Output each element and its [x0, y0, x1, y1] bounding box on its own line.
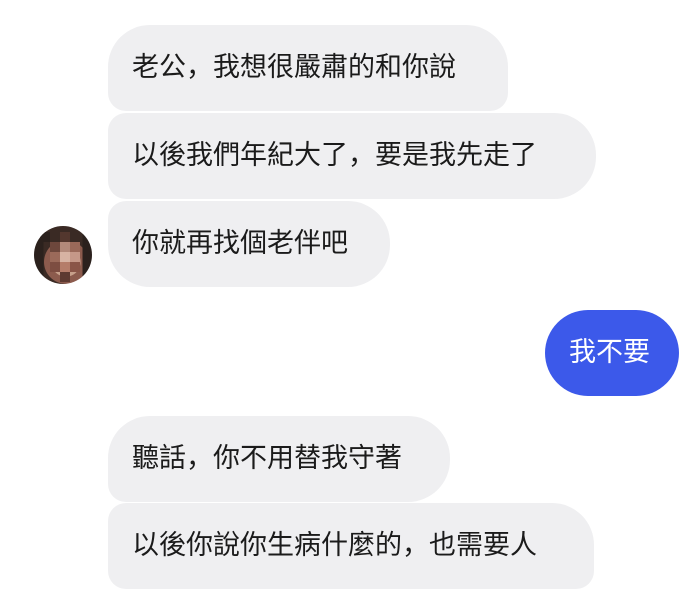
message-bubble-sent[interactable]: 我不要: [545, 310, 679, 396]
avatar-pixel: [50, 262, 60, 272]
avatar-pixel: [60, 252, 70, 262]
avatar-pixel: [70, 262, 80, 272]
contact-avatar[interactable]: [34, 226, 92, 284]
avatar-pixel: [40, 232, 50, 242]
chat-conversation: @加薪哥 老公，我想很嚴肅的和你說 以後我們年紀大了，要是我先走了 你就再找個老…: [0, 0, 696, 589]
avatar-pixel: [50, 242, 60, 252]
message-bubble-received[interactable]: 你就再找個老伴吧: [108, 201, 390, 287]
avatar-pixel: [60, 262, 70, 272]
avatar-pixel: [70, 232, 80, 242]
avatar-pixel: [50, 232, 60, 242]
avatar-pixel: [60, 242, 70, 252]
message-bubble-received[interactable]: 聽話，你不用替我守著: [108, 416, 450, 502]
avatar-pixel: [60, 232, 70, 242]
message-bubble-received[interactable]: 以後你說你生病什麼的，也需要人: [108, 503, 594, 589]
avatar-pixel: [70, 252, 80, 262]
avatar-pixel: [50, 252, 60, 262]
message-bubble-received[interactable]: 以後我們年紀大了，要是我先走了: [108, 113, 596, 199]
avatar-pixel: [60, 272, 70, 282]
avatar-pixel: [70, 242, 80, 252]
message-bubble-received[interactable]: 老公，我想很嚴肅的和你說: [108, 25, 508, 111]
